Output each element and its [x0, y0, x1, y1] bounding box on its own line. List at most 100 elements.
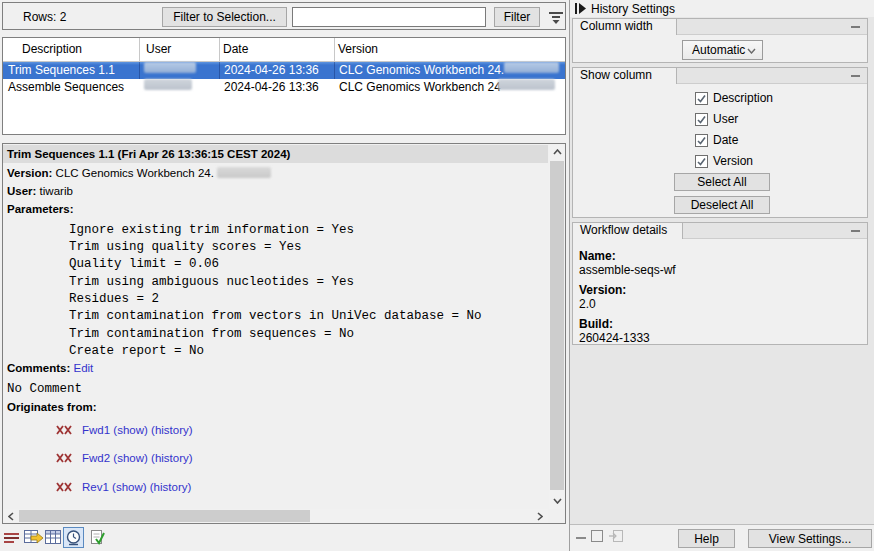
- origin-history-link[interactable]: (history): [150, 481, 192, 493]
- workflow-name-label: Name:: [579, 249, 616, 263]
- column-divider[interactable]: [334, 38, 335, 61]
- edit-comments-link[interactable]: Edit: [73, 362, 93, 374]
- redacted-version: [504, 62, 559, 73]
- origin-name-link[interactable]: Rev1: [82, 481, 109, 493]
- parameter-line: Trim contamination from sequences = No: [69, 327, 354, 341]
- collapse-group-icon[interactable]: [851, 75, 860, 77]
- redacted-user: [144, 79, 192, 90]
- workflow-name-value: assemble-seqs-wf: [579, 263, 676, 277]
- scissors-icon: [56, 453, 73, 463]
- table-row-trim-sequences[interactable]: Trim Sequences 1.1 2024-04-26 13:36 CLC …: [3, 62, 565, 79]
- cell-description: Assemble Sequences: [8, 79, 124, 96]
- cell-description: Trim Sequences 1.1: [8, 62, 115, 79]
- settings-panel-header: History Settings: [570, 0, 874, 17]
- scroll-right-button[interactable]: [532, 509, 548, 523]
- column-divider[interactable]: [219, 38, 220, 61]
- redacted-version: [217, 167, 271, 178]
- help-button[interactable]: Help: [678, 529, 735, 548]
- scissors-icon: [56, 482, 73, 492]
- parameter-line: Quality limit = 0.06: [69, 257, 219, 271]
- scroll-up-button[interactable]: [549, 144, 565, 160]
- parameter-line: Ignore existing trim information = Yes: [69, 223, 354, 237]
- origin-row: Fwd2 (show) (history): [56, 452, 193, 464]
- parameter-line: Trim contamination from vectors in UniVe…: [69, 309, 482, 323]
- workflow-details-group-title: Workflow details: [573, 223, 683, 239]
- origin-show-link[interactable]: (show): [113, 452, 148, 464]
- report-view-icon[interactable]: [88, 529, 106, 550]
- entry-title-band: Trim Sequences 1.1 (Fri Apr 26 13:36:15 …: [3, 145, 548, 163]
- filter-to-selection-button[interactable]: Filter to Selection...: [162, 7, 287, 27]
- origin-history-link[interactable]: (history): [151, 424, 193, 436]
- column-width-dropdown[interactable]: Automatic: [682, 40, 763, 60]
- redacted-user: [144, 62, 196, 73]
- column-header-date[interactable]: Date: [223, 42, 248, 56]
- column-width-group-title: Column width: [573, 19, 677, 35]
- show-column-group-title: Show column: [573, 68, 677, 84]
- checkbox[interactable]: [695, 92, 708, 105]
- history-table: Description User Date Version Trim Seque…: [2, 37, 566, 135]
- origin-history-link[interactable]: (history): [151, 452, 193, 464]
- comment-text: No Comment: [7, 382, 82, 396]
- cell-date: 2024-04-26 13:36: [224, 79, 319, 96]
- collapse-group-icon[interactable]: [851, 230, 860, 232]
- workflow-build-label: Build:: [579, 317, 613, 331]
- table-view-icon[interactable]: [44, 529, 62, 548]
- history-view-icon-selected[interactable]: [63, 527, 84, 548]
- scroll-down-button[interactable]: [549, 493, 565, 509]
- comments-line: Comments: Edit: [7, 362, 93, 374]
- table-row-assemble-sequences[interactable]: Assemble Sequences 2024-04-26 13:36 CLC …: [3, 79, 565, 96]
- origin-name-link[interactable]: Fwd1: [82, 424, 110, 436]
- parameter-line: Create report = No: [69, 344, 204, 358]
- filter-input[interactable]: [292, 7, 486, 27]
- deselect-all-button[interactable]: Deselect All: [674, 196, 770, 214]
- version-line: Version: CLC Genomics Workbench 24.: [7, 167, 271, 179]
- checkbox[interactable]: [695, 134, 708, 147]
- workflow-version-value: 2.0: [579, 297, 596, 311]
- workflow-details-group: Workflow details Name: assemble-seqs-wf …: [572, 222, 868, 345]
- parameters-label: Parameters:: [7, 203, 73, 215]
- cell-date: 2024-04-26 13:36: [224, 62, 319, 79]
- collapse-panel-icon[interactable]: [575, 3, 588, 17]
- cell-version: CLC Genomics Workbench 24: [339, 79, 501, 96]
- user-line: User: tiwarib: [7, 185, 73, 197]
- column-divider[interactable]: [139, 38, 140, 61]
- parameter-line: Trim using quality scores = Yes: [69, 240, 302, 254]
- scroll-left-button[interactable]: [3, 509, 18, 523]
- origin-row: Fwd1 (show) (history): [56, 424, 193, 436]
- column-header-description[interactable]: Description: [22, 42, 82, 56]
- side-settings-panel: History Settings Column width Automatic …: [569, 0, 874, 551]
- horizontal-scrollbar[interactable]: [3, 509, 548, 523]
- history-lines-view-icon[interactable]: [3, 530, 21, 549]
- horizontal-scroll-thumb[interactable]: [19, 510, 310, 522]
- show-column-group: Show column Description User Date Versio…: [572, 67, 868, 218]
- parameter-line: Trim using ambiguous nucleotides = Yes: [69, 275, 354, 289]
- filter-button[interactable]: Filter: [494, 7, 540, 27]
- workflow-version-label: Version:: [579, 283, 626, 297]
- vertical-scroll-thumb[interactable]: [550, 161, 564, 490]
- origin-row: Rev1 (show) (history): [56, 481, 191, 493]
- table-filter-toolbar: Rows: 2 Filter to Selection... Filter: [2, 2, 566, 30]
- column-header-version[interactable]: Version: [338, 42, 378, 56]
- table-header: Description User Date Version: [3, 38, 565, 62]
- origin-show-link[interactable]: (show): [112, 481, 147, 493]
- scissors-icon: [56, 425, 73, 435]
- redacted-version: [498, 79, 555, 90]
- select-all-button[interactable]: Select All: [674, 173, 770, 191]
- column-header-user[interactable]: User: [146, 42, 171, 56]
- collapse-group-icon[interactable]: [851, 26, 860, 28]
- checkbox[interactable]: [695, 155, 708, 168]
- checkbox[interactable]: [695, 113, 708, 126]
- dock-settings-icon[interactable]: [609, 530, 623, 545]
- float-settings-icon[interactable]: [591, 530, 603, 542]
- minimize-settings-icon[interactable]: [576, 537, 586, 539]
- table-export-view-icon[interactable]: [23, 528, 44, 550]
- rows-count-label: Rows: 2: [23, 10, 66, 24]
- column-width-group: Column width Automatic: [572, 18, 868, 63]
- origin-show-link[interactable]: (show): [113, 424, 148, 436]
- advanced-filter-icon[interactable]: [547, 9, 565, 30]
- origin-name-link[interactable]: Fwd2: [82, 452, 110, 464]
- view-settings-button[interactable]: View Settings...: [748, 529, 872, 548]
- settings-panel-title: History Settings: [591, 2, 675, 16]
- vertical-scrollbar[interactable]: [549, 144, 565, 509]
- workflow-build-value: 260424-1333: [579, 331, 650, 345]
